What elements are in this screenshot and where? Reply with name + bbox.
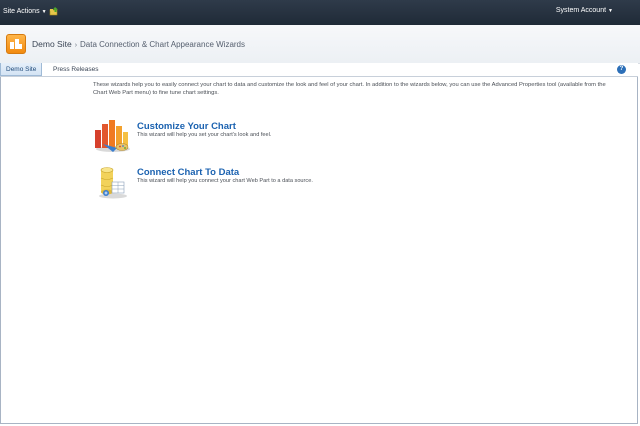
top-navigation: Demo Site Press Releases ? — [0, 63, 638, 77]
customize-chart-description: This wizard will help you set your chart… — [137, 132, 272, 138]
connect-data-link[interactable]: Connect Chart To Data — [137, 167, 239, 178]
intro-text: These wizards help you to easily connect… — [93, 82, 606, 96]
ribbon-bar: Site Actions ▼ System Account ▼ — [0, 0, 640, 25]
site-actions-menu[interactable]: Site Actions ▼ — [3, 6, 47, 18]
chevron-down-icon: ▼ — [608, 8, 613, 14]
breadcrumb-separator: › — [74, 42, 78, 49]
tab-demo-site[interactable]: Demo Site — [0, 63, 43, 76]
page-title: Data Connection & Chart Appearance Wizar… — [80, 40, 246, 49]
data-connection-icon — [99, 167, 127, 199]
site-logo-icon[interactable] — [6, 34, 26, 54]
customize-chart-link[interactable]: Customize Your Chart — [137, 121, 236, 132]
account-label: System Account — [555, 7, 607, 14]
navigate-up-icon[interactable] — [49, 6, 59, 16]
help-icon[interactable]: ? — [617, 65, 626, 74]
connect-data-description: This wizard will help you connect your c… — [137, 178, 313, 184]
site-actions-label: Site Actions — [3, 8, 40, 15]
title-area: Demo Site › Data Connection & Chart Appear… — [0, 25, 640, 64]
tab-press-releases[interactable]: Press Releases — [48, 63, 104, 76]
breadcrumb-site-link[interactable]: Demo Site — [32, 39, 72, 49]
chart-appearance-icon — [95, 120, 130, 152]
account-menu[interactable]: System Account ▼ — [556, 7, 613, 14]
chevron-down-icon: ▼ — [41, 9, 47, 15]
breadcrumb: Demo Site › Data Connection & Chart Appear… — [32, 39, 245, 49]
